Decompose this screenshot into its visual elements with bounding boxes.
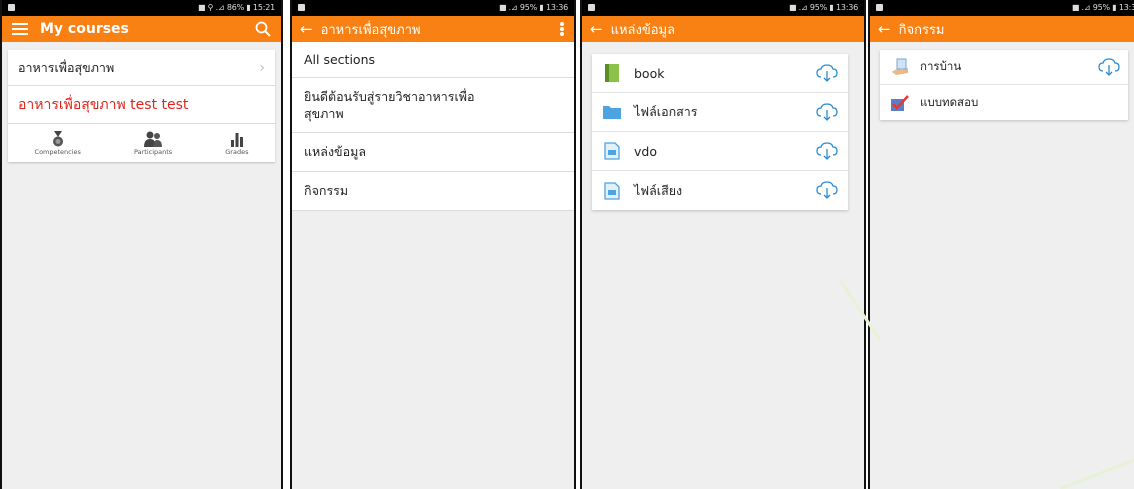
section-list: All sections ยินดีต้อนรับสู่รายวิชาอาหาร… [292, 42, 574, 211]
course-item-highlighted[interactable]: อาหารเพื่อสุขภาพ test test [8, 86, 275, 124]
screen-resources: ■ .⊿ 95% ▮ 13:36 ← แหล่งข้อมูล book ไฟล์… [580, 0, 866, 489]
cloud-download-icon[interactable] [816, 142, 838, 160]
course-name: อาหารเพื่อสุขภาพ test test [18, 96, 189, 113]
tool-label: Competencies [34, 148, 81, 156]
app-bar: My courses [2, 16, 281, 42]
resource-label: vdo [634, 143, 657, 159]
resource-item-documents[interactable]: ไฟล์เอกสาร [592, 93, 848, 132]
sim-icon [588, 4, 595, 11]
course-item[interactable]: อาหารเพื่อสุขภาพ › [8, 50, 275, 86]
screen-my-courses: ■ ⚲ .⊿ 86% ▮ 15:21 My courses อาหารเพื่อ… [0, 0, 283, 489]
screen-activities: ■ .⊿ 95% ▮ 13:3 ← กิจกรรม การบ้าน แบบทดส… [868, 0, 1134, 489]
tool-label: Grades [225, 148, 249, 156]
section-label: กิจกรรม [304, 183, 349, 198]
chevron-right-icon: › [259, 59, 265, 76]
cloud-download-icon[interactable] [816, 103, 838, 121]
status-bar: ■ .⊿ 95% ▮ 13:3 [870, 0, 1134, 16]
resource-item-vdo[interactable]: vdo [592, 132, 848, 171]
hamburger-menu-icon[interactable] [12, 23, 28, 35]
course-list: อาหารเพื่อสุขภาพ › อาหารเพื่อสุขภาพ test… [8, 50, 275, 162]
activity-item-quiz[interactable]: แบบทดสอบ [880, 85, 1128, 120]
course-name: อาหารเพื่อสุขภาพ [18, 59, 115, 75]
people-icon [144, 131, 163, 147]
status-text: ■ ⚲ .⊿ 86% ▮ 15:21 [197, 3, 275, 12]
quiz-icon [890, 93, 910, 113]
resource-list: book ไฟล์เอกสาร vdo ไฟล์เสียง [592, 54, 848, 210]
cloud-download-icon[interactable] [816, 64, 838, 82]
cloud-download-icon[interactable] [1098, 58, 1120, 76]
resource-label: ไฟล์เสียง [634, 182, 683, 198]
grades-button[interactable]: Grades [225, 131, 248, 156]
status-text: ■ .⊿ 95% ▮ 13:36 [498, 3, 568, 12]
book-icon [602, 63, 622, 83]
participants-button[interactable]: Participants [134, 131, 172, 156]
status-bar: ■ ⚲ .⊿ 86% ▮ 15:21 [2, 0, 281, 16]
back-arrow-icon[interactable]: ← [870, 16, 899, 42]
activity-list: การบ้าน แบบทดสอบ [880, 50, 1128, 120]
resource-item-audio[interactable]: ไฟล์เสียง [592, 171, 848, 210]
section-label: แหล่งข้อมูล [304, 144, 367, 159]
activity-item-assignment[interactable]: การบ้าน [880, 50, 1128, 85]
bar-chart-icon [230, 133, 243, 147]
status-text: ■ .⊿ 95% ▮ 13:3 [1071, 3, 1134, 12]
sim-icon [876, 4, 883, 11]
resource-label: ไฟล์เอกสาร [634, 104, 698, 119]
page-title: แหล่งข้อมูล [610, 22, 676, 38]
app-bar: ← อาหารเพื่อสุขภาพ [292, 16, 574, 42]
course-tools: Competencies Participants Grades [8, 124, 275, 162]
tool-label: Participants [134, 148, 173, 156]
resource-item-book[interactable]: book [592, 54, 848, 93]
status-bar: ■ .⊿ 95% ▮ 13:36 [292, 0, 574, 16]
section-label: All sections [304, 52, 376, 67]
medal-icon [52, 131, 63, 147]
section-item-activities[interactable]: กิจกรรม [292, 172, 574, 211]
assignment-icon [890, 57, 910, 77]
sim-icon [8, 4, 15, 11]
activity-label: แบบทดสอบ [920, 94, 979, 109]
page-icon [602, 141, 622, 161]
back-arrow-icon[interactable]: ← [582, 16, 611, 42]
cloud-download-icon[interactable] [816, 181, 838, 199]
app-bar: ← กิจกรรม [870, 16, 1134, 42]
section-item-resources[interactable]: แหล่งข้อมูล [292, 133, 574, 172]
section-item-all[interactable]: All sections [292, 42, 574, 78]
more-options-icon[interactable] [560, 22, 564, 36]
app-bar: ← แหล่งข้อมูล [582, 16, 864, 42]
page-icon [602, 181, 622, 201]
competencies-button[interactable]: Competencies [35, 131, 81, 156]
search-icon[interactable] [255, 21, 271, 37]
status-text: ■ .⊿ 95% ▮ 13:36 [788, 3, 858, 12]
page-title: อาหารเพื่อสุขภาพ [320, 22, 421, 38]
activity-label: การบ้าน [920, 59, 962, 73]
status-bar: ■ .⊿ 95% ▮ 13:36 [582, 0, 864, 16]
back-arrow-icon[interactable]: ← [292, 16, 321, 42]
page-title: My courses [40, 21, 129, 37]
sim-icon [298, 4, 305, 11]
screen-course-sections: ■ .⊿ 95% ▮ 13:36 ← อาหารเพื่อสุขภาพ All … [290, 0, 576, 489]
resource-label: book [634, 65, 665, 81]
section-item-welcome[interactable]: ยินดีต้อนรับสู่รายวิชาอาหารเพื่อ สุขภาพ [292, 78, 574, 133]
page-title: กิจกรรม [898, 22, 945, 38]
section-label: ยินดีต้อนรับสู่รายวิชาอาหารเพื่อ สุขภาพ [304, 89, 475, 121]
folder-icon [602, 102, 622, 122]
